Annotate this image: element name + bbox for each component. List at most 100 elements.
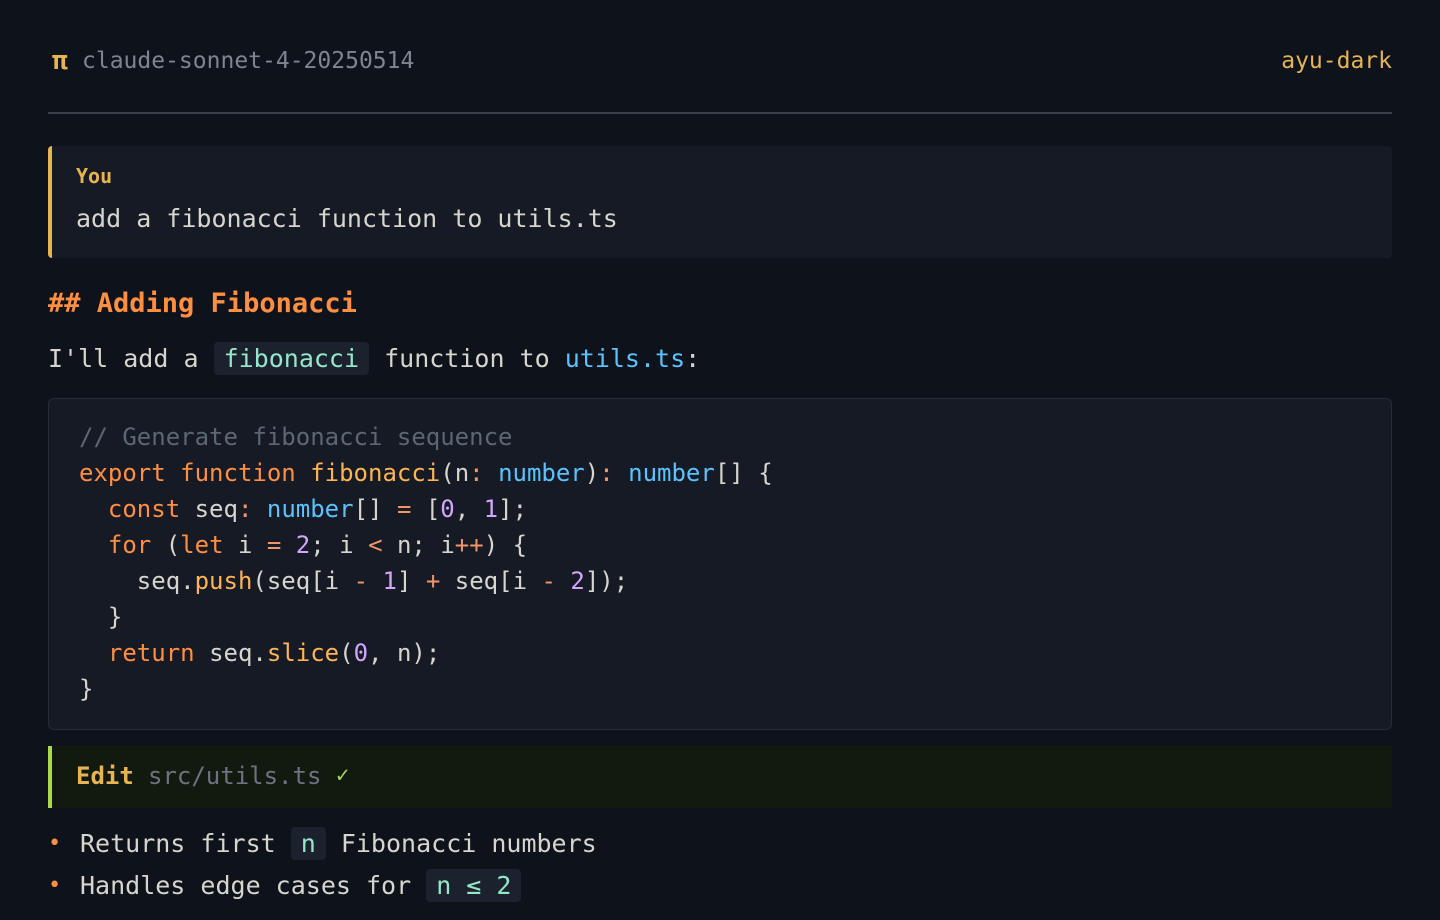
code-token: ] — [498, 495, 513, 523]
code-token: { — [512, 531, 528, 559]
intro-text: : — [685, 344, 701, 373]
code-token: ) — [483, 531, 499, 559]
code-token: ] — [396, 567, 412, 595]
code-token: [ — [714, 459, 730, 487]
code-token: . — [180, 567, 195, 595]
intro-text: function to — [369, 344, 565, 373]
code-line: for (let i = 2; i < n; i++) { — [79, 531, 527, 559]
code-token: [ — [353, 495, 369, 523]
tool-call[interactable]: Edit src/utils.ts ✓ — [48, 746, 1392, 808]
code-operator: = — [396, 495, 412, 523]
code-token: , — [368, 639, 383, 667]
code-identifier: seq — [194, 495, 238, 523]
code-operator: : — [469, 459, 484, 487]
code-identifier: seq — [209, 639, 253, 667]
code-number: 2 — [295, 531, 311, 559]
user-label: You — [76, 164, 113, 188]
code-number: 0 — [440, 495, 455, 523]
code-identifier: n — [396, 639, 412, 667]
code-operator: ++ — [454, 531, 484, 559]
code-token: ) — [411, 639, 426, 667]
code-token: ( — [252, 567, 267, 595]
code-line: } — [79, 675, 93, 703]
code-type: number — [498, 459, 585, 487]
code-identifier: i — [237, 531, 253, 559]
list-item: • Returns first n Fibonacci numbers — [48, 822, 597, 864]
bullet-text: Fibonacci numbers — [325, 828, 597, 858]
bullet-icon: • — [48, 872, 62, 898]
code-line: const seq: number[] = [0, 1]; — [79, 495, 527, 523]
code-block: // Generate fibonacci sequence export fu… — [48, 398, 1392, 730]
code-identifier: i — [324, 567, 340, 595]
code-identifier: i — [339, 531, 354, 559]
code-operator: + — [425, 567, 441, 595]
code-token: } — [79, 675, 94, 703]
inline-code: n ≤ 2 — [426, 868, 522, 902]
code-identifier: i — [512, 567, 528, 595]
code-line: // Generate fibonacci sequence — [79, 423, 512, 451]
code-identifier: seq — [266, 567, 311, 595]
code-function: slice — [266, 639, 340, 667]
code-token: [ — [425, 495, 441, 523]
code-type: number — [628, 459, 715, 487]
response-intro: I'll add a fibonacci function to utils.t… — [48, 340, 700, 378]
code-token: ( — [339, 639, 354, 667]
code-keyword: for — [107, 531, 152, 559]
code-token: ) — [584, 459, 600, 487]
theme-name[interactable]: ayu-dark — [1281, 46, 1392, 76]
code-function: fibonacci — [310, 459, 441, 487]
code-operator: - — [541, 567, 556, 595]
code-token: } — [107, 603, 123, 631]
code-token: ] — [368, 495, 383, 523]
code-function: push — [194, 567, 253, 595]
code-token: ] — [584, 567, 600, 595]
bullet-text: Handles edge cases for — [80, 870, 427, 900]
summary-list: • Returns first n Fibonacci numbers • Hand… — [48, 822, 597, 906]
code-number: 0 — [353, 639, 369, 667]
code-keyword: const — [107, 495, 181, 523]
code-keyword: export — [79, 459, 166, 487]
code-line: seq.push(seq[i - 1] + seq[i - 2]); — [79, 567, 628, 595]
code-keyword: let — [180, 531, 224, 559]
code-token: ] — [729, 459, 744, 487]
code-content: // Generate fibonacci sequence export fu… — [79, 419, 773, 707]
code-operator: : — [237, 495, 253, 523]
code-token: [ — [498, 567, 513, 595]
model-name: claude-sonnet-4-20250514 — [82, 48, 415, 74]
code-number: 1 — [382, 567, 397, 595]
user-message-text: add a fibonacci function to utils.ts — [76, 204, 618, 233]
code-token: ; — [512, 495, 528, 523]
code-type: number — [266, 495, 354, 523]
header-bar: π claude-sonnet-4-20250514 ayu-dark — [48, 0, 1392, 114]
file-link[interactable]: utils.ts — [565, 344, 685, 373]
user-message: You add a fibonacci function to utils.ts — [48, 146, 1392, 258]
code-token: { — [758, 459, 773, 487]
check-icon: ✓ — [336, 763, 350, 788]
code-number: 2 — [570, 567, 585, 595]
